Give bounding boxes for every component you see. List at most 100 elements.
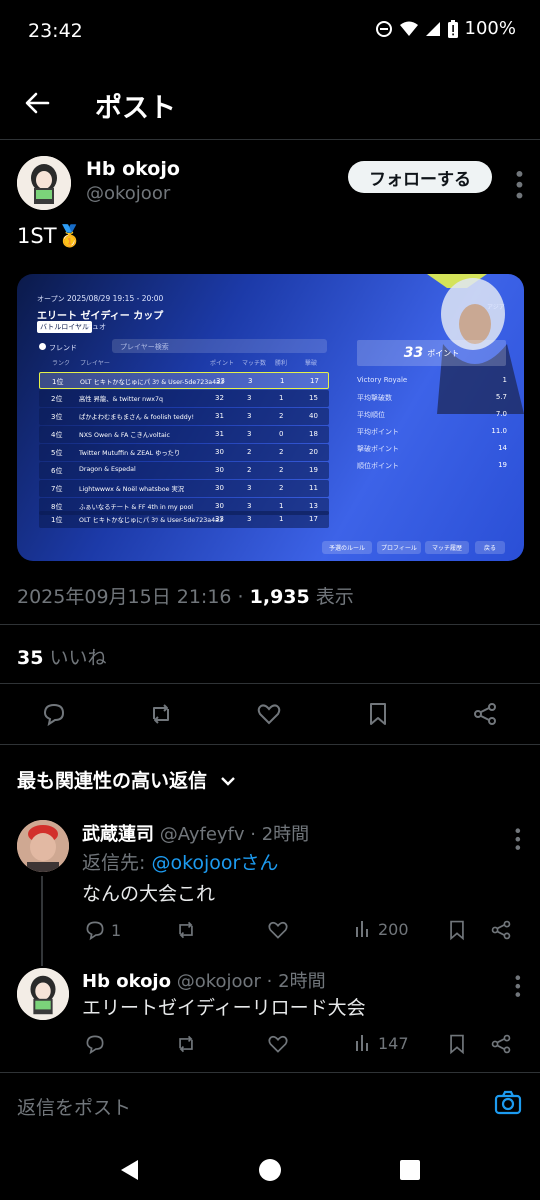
- my-elims: 17: [309, 515, 318, 523]
- row-player: Lightwwwx & Noël whatsboe 実況: [79, 486, 185, 493]
- views-count: 1,935: [249, 586, 310, 608]
- like-icon[interactable]: [256, 701, 282, 727]
- reply2-share-icon[interactable]: [490, 1033, 512, 1055]
- stat-label: 平均順位: [357, 411, 385, 419]
- row-rank: 6位: [51, 467, 63, 475]
- stat-value: 19: [498, 461, 507, 469]
- leaderboard-row[interactable]: 2位 高性 昇龍、& twitter nwx7q 32 3 1 15: [39, 390, 329, 407]
- leaderboard-row[interactable]: 4位 NXS Owen & FA こきんvoltaic 31 3 0 18: [39, 426, 329, 443]
- reply2-handle[interactable]: @okojoor: [177, 971, 261, 992]
- reply1-more-icon[interactable]: •••: [508, 826, 527, 851]
- dnd-icon: [375, 20, 392, 37]
- reply1-header: 武蔵蓮司 @Ayfeyfv · 2時間: [82, 820, 309, 846]
- friend-label: フレンド: [49, 344, 77, 352]
- reply1-bookmark-icon[interactable]: [446, 919, 468, 941]
- reply-to-user[interactable]: @okojoorさん: [151, 852, 278, 874]
- stat-row: 順位ポイント 19: [357, 461, 507, 471]
- reply2-name[interactable]: Hb okojo: [82, 971, 171, 992]
- row-rank: 4位: [51, 431, 63, 439]
- reply1-name[interactable]: 武蔵蓮司: [82, 824, 154, 845]
- reply1-avatar[interactable]: [17, 820, 69, 872]
- reply2-avatar[interactable]: [17, 968, 69, 1020]
- system-nav-bar: [0, 1138, 540, 1200]
- stat-label: Victory Royale: [357, 376, 408, 384]
- leaderboard-row[interactable]: 3位 ぱかよわむまもまさん & foolish teddy! 31 3 2 40: [39, 408, 329, 425]
- thread-line: [41, 876, 43, 966]
- page-title: ポスト: [95, 93, 176, 124]
- reply1-sep: ·: [244, 824, 262, 845]
- nav-recents-icon[interactable]: [399, 1159, 421, 1181]
- likes-label: いいね: [43, 647, 107, 669]
- meta-divider: [0, 624, 540, 625]
- back-arrow-icon[interactable]: [22, 88, 52, 118]
- share-icon[interactable]: [472, 701, 498, 727]
- media-button[interactable]: 戻る: [475, 541, 505, 554]
- reply2-sep: ·: [260, 971, 279, 992]
- bookmark-icon[interactable]: [365, 701, 391, 727]
- author-avatar[interactable]: [17, 156, 71, 210]
- row-rank: 2位: [51, 395, 63, 403]
- leaderboard-row[interactable]: 7位 Lightwwwx & Noël whatsboe 実況 30 3 2 11: [39, 480, 329, 497]
- leaderboard-row[interactable]: 1位 OLT ヒキトかなじゅにパ 3ﾂ & User-5de723a4a3 33 3 1…: [39, 372, 329, 389]
- my-row[interactable]: 1位 OLT ヒキトかなじゅにパ 3ﾂ & User-5de723a4a3 33…: [39, 511, 329, 528]
- reply-icon[interactable]: [41, 701, 67, 727]
- stat-value: 7.0: [495, 410, 507, 418]
- reply1-share-icon[interactable]: [490, 919, 512, 941]
- reply1-reply-to: 返信先: @okojoorさん: [82, 848, 278, 875]
- battery-percent: 100%: [464, 18, 516, 39]
- col-matches: マッチ数: [242, 360, 267, 367]
- row-matches: 3: [248, 377, 253, 385]
- media-badge: バトルロイヤル: [37, 321, 92, 333]
- sort-label: 最も関連性の高い返信: [17, 770, 208, 792]
- col-elims: 撃破: [305, 360, 318, 367]
- row-wins: 2: [279, 448, 284, 456]
- post-timestamp[interactable]: 2025年09月15日 21:16: [17, 586, 232, 608]
- reply2-more-icon[interactable]: •••: [508, 973, 527, 998]
- leaderboard-row[interactable]: 6位 Dragon & Espedal 30 2 2 19: [39, 462, 329, 479]
- reply2-reply-icon[interactable]: [84, 1033, 106, 1055]
- reply1-like-icon[interactable]: [267, 919, 289, 941]
- stat-value: 14: [498, 444, 507, 452]
- reply1-repost-icon[interactable]: [175, 919, 197, 941]
- row-points: 32: [215, 394, 224, 402]
- friend-toggle[interactable]: [39, 343, 46, 350]
- reply2-repost-icon[interactable]: [175, 1033, 197, 1055]
- row-wins: 0: [279, 430, 284, 438]
- reply-to-prefix: 返信先:: [82, 852, 152, 874]
- row-elims: 19: [309, 466, 318, 474]
- post-more-icon[interactable]: •••: [507, 168, 531, 200]
- reply1-reply-action[interactable]: 1: [84, 919, 121, 941]
- reply-input[interactable]: 返信をポスト: [17, 1093, 131, 1120]
- nav-back-icon[interactable]: [118, 1158, 140, 1182]
- camera-icon[interactable]: [494, 1090, 522, 1116]
- media-button[interactable]: マッチ履歴: [425, 541, 469, 554]
- reply2-like-icon[interactable]: [267, 1033, 289, 1055]
- nav-home-icon[interactable]: [258, 1158, 282, 1182]
- row-wins: 2: [279, 412, 284, 420]
- media-button[interactable]: 予選のルール: [322, 541, 372, 554]
- author-name[interactable]: Hb okojo: [86, 158, 180, 180]
- reply1-handle[interactable]: @Ayfeyfv: [160, 824, 245, 845]
- media-button[interactable]: プロフィール: [377, 541, 421, 554]
- reply2-bookmark-icon[interactable]: [446, 1033, 468, 1055]
- author-handle[interactable]: @okojoor: [86, 183, 170, 204]
- follow-button[interactable]: フォローする: [348, 161, 492, 193]
- col-player: プレイヤー: [80, 360, 110, 367]
- total-points-box: 33 ポイント: [357, 340, 506, 366]
- col-points: ポイント: [210, 360, 235, 367]
- likes-summary[interactable]: 35 いいね: [17, 643, 107, 670]
- repost-icon[interactable]: [148, 701, 174, 727]
- leaderboard-row[interactable]: 5位 Twitter Mutuffin & ZEAL ゆったり 30 2 2 20: [39, 444, 329, 461]
- row-matches: 2: [247, 448, 252, 456]
- reply2-views[interactable]: 147: [355, 1033, 409, 1053]
- row-points: 33: [216, 377, 225, 385]
- row-wins: 1: [280, 377, 285, 385]
- reply-sort-dropdown[interactable]: 最も関連性の高い返信: [17, 766, 236, 793]
- reply1-views[interactable]: 200: [355, 919, 409, 939]
- post-image[interactable]: オープン 2025/08/29 19:15 - 20:00 エリート ゼイディー…: [17, 274, 524, 561]
- post-meta: 2025年09月15日 21:16 · 1,935 表示: [17, 582, 354, 609]
- stat-row: 平均撃破数 5.7: [357, 393, 507, 403]
- player-search-input[interactable]: プレイヤー検索: [112, 339, 327, 353]
- row-points: 30: [215, 484, 224, 492]
- stat-value: 1: [502, 376, 507, 384]
